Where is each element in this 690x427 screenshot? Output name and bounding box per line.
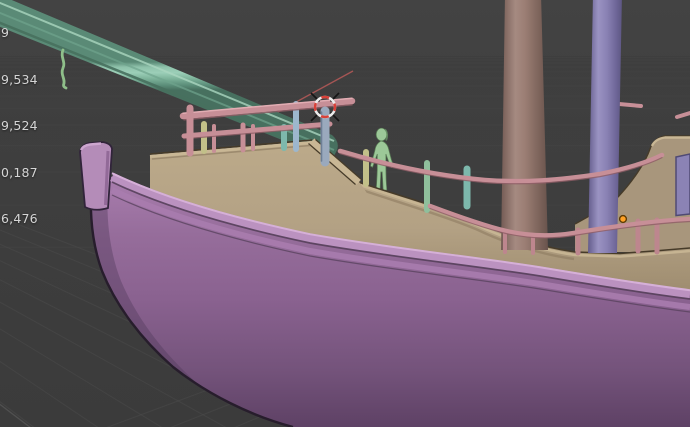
stat-line: 9,534: [1, 72, 38, 88]
3d-viewport[interactable]: 9 9,534 9,524 0,187 6,476: [0, 0, 690, 427]
object-origin-icon: [620, 216, 627, 223]
mast-main[interactable]: [501, 0, 548, 250]
stat-line: 9,524: [1, 118, 38, 134]
stat-line: 0,187: [1, 165, 38, 181]
mast-aft[interactable]: [588, 0, 622, 253]
stat-line: 6,476: [1, 211, 38, 227]
stats-overlay: 9 9,534 9,524 0,187 6,476: [1, 0, 38, 258]
cabin-door[interactable]: [676, 154, 690, 216]
stat-line: 9: [1, 25, 38, 41]
